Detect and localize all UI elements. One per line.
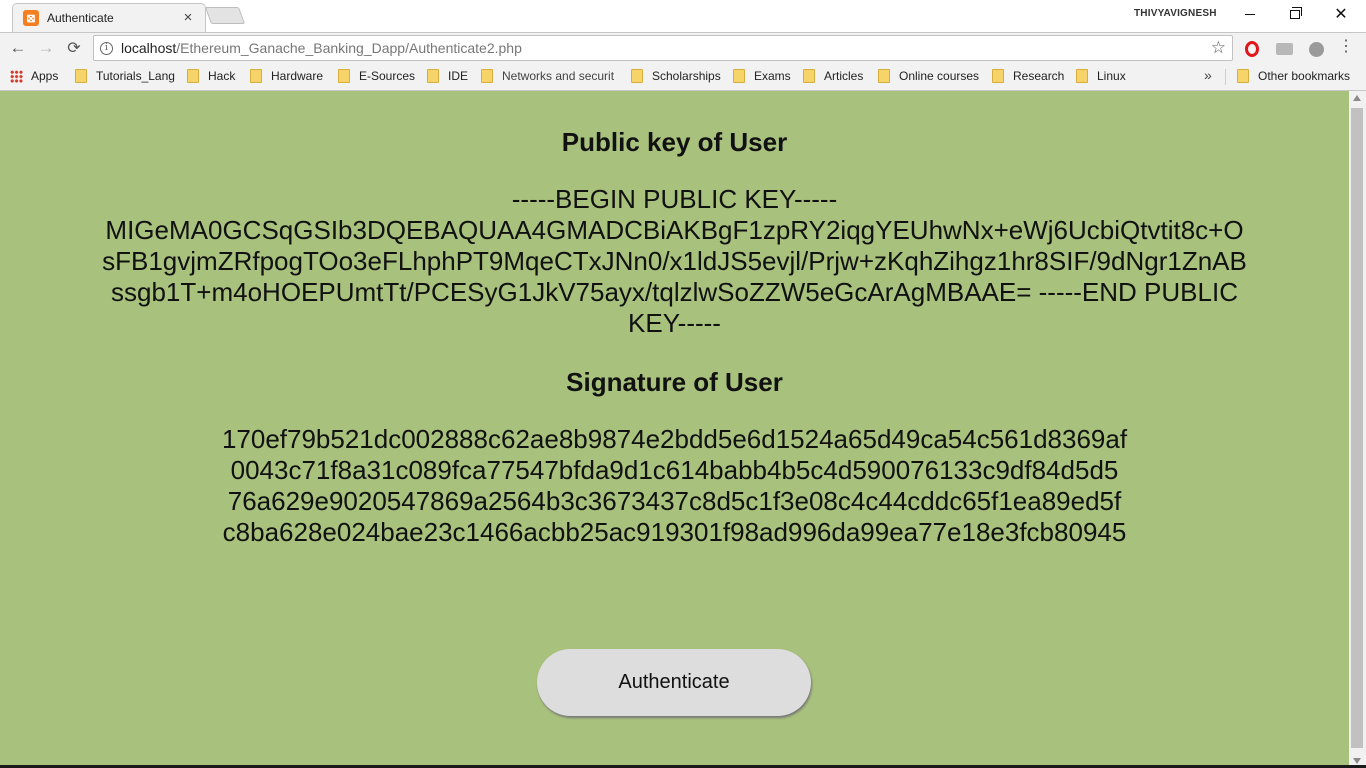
- folder-icon: [481, 69, 493, 83]
- bookmark-folder[interactable]: Research: [992, 69, 1064, 83]
- restore-button[interactable]: [1272, 0, 1318, 28]
- bookmark-folder[interactable]: Scholarships: [631, 69, 721, 83]
- close-tab-icon[interactable]: ×: [181, 10, 195, 25]
- folder-icon: [427, 69, 439, 83]
- gem-extension-icon[interactable]: [1307, 40, 1325, 58]
- folder-icon: [75, 69, 87, 83]
- bookmark-folder[interactable]: Networks and securit: [481, 69, 614, 83]
- bookmark-folder[interactable]: Hardware: [250, 69, 323, 83]
- bookmark-folder[interactable]: Online courses: [878, 69, 979, 83]
- folder-icon: [1076, 69, 1088, 83]
- forward-arrow-icon[interactable]: →: [35, 37, 57, 59]
- signature-line: 170ef79b521dc002888c62ae8b9874e2bdd5e6d1…: [221, 424, 1128, 454]
- folder-icon: [803, 69, 815, 83]
- opera-extension-icon[interactable]: [1243, 40, 1261, 58]
- folder-icon: [1237, 69, 1249, 83]
- public-key-heading: Public key of User: [561, 127, 788, 157]
- close-window-button[interactable]: ✕: [1318, 0, 1364, 28]
- signature-line: c8ba628e024bae23c1466acbb25ac919301f98ad…: [222, 517, 1127, 547]
- bookmark-folder[interactable]: E-Sources: [338, 69, 415, 83]
- bookmark-apps[interactable]: Apps: [10, 69, 58, 83]
- signature-text: 170ef79b521dc002888c62ae8b9874e2bdd5e6d1…: [100, 424, 1249, 548]
- bookmark-folder[interactable]: Tutorials_Lang: [75, 69, 175, 83]
- url-path: /Ethereum_Ganache_Banking_Dapp/Authentic…: [176, 40, 522, 56]
- folder-icon: [631, 69, 643, 83]
- scroll-thumb[interactable]: [1351, 108, 1363, 748]
- bookmark-folder[interactable]: Exams: [733, 69, 791, 83]
- bookmark-star-icon[interactable]: ☆: [1211, 38, 1226, 58]
- info-icon[interactable]: i: [100, 41, 113, 55]
- tab-strip: ⊠ Authenticate × THIVYAVIGNESH ✕: [0, 0, 1366, 32]
- restore-icon: [1290, 6, 1302, 19]
- bookmark-folder[interactable]: IDE: [427, 69, 468, 83]
- minimize-icon: [1245, 13, 1255, 15]
- reload-icon[interactable]: ⟳: [63, 37, 85, 59]
- authenticate-button[interactable]: Authenticate: [537, 649, 811, 716]
- signature-line: 0043c71f8a31c089fca77547bfda9d1c614babb4…: [230, 455, 1119, 485]
- bookmark-folder[interactable]: Linux: [1076, 69, 1126, 83]
- bookmarks-divider: [1225, 69, 1226, 85]
- vertical-scrollbar[interactable]: [1349, 91, 1366, 768]
- new-tab-button[interactable]: [204, 7, 246, 24]
- page-content: Public key of User -----BEGIN PUBLIC KEY…: [0, 91, 1349, 768]
- folder-icon: [250, 69, 262, 83]
- tab-title: Authenticate: [47, 11, 114, 25]
- folder-icon: [878, 69, 890, 83]
- bookmarks-bar: Apps Tutorials_Lang Hack Hardware E-Sour…: [0, 63, 1366, 91]
- more-bookmarks-icon[interactable]: »: [1204, 67, 1212, 83]
- folder-icon: [187, 69, 199, 83]
- mail-extension-icon[interactable]: [1275, 40, 1293, 58]
- browser-toolbar: ← → ⟳ i localhost/Ethereum_Ganache_Banki…: [0, 32, 1366, 63]
- public-key-text: -----BEGIN PUBLIC KEY----- MIGeMA0GCSqGS…: [102, 184, 1247, 338]
- folder-icon: [733, 69, 745, 83]
- menu-icon[interactable]: ⋮: [1338, 39, 1354, 55]
- bookmark-folder[interactable]: Hack: [187, 69, 235, 83]
- back-arrow-icon[interactable]: ←: [7, 37, 29, 59]
- signature-line: 76a629e9020547869a2564b3c3673437c8d5c1f3…: [227, 486, 1122, 516]
- minimize-button[interactable]: [1227, 0, 1273, 28]
- scroll-up-arrow-icon[interactable]: [1353, 95, 1361, 101]
- profile-name[interactable]: THIVYAVIGNESH: [1134, 8, 1217, 19]
- xampp-icon: ⊠: [23, 10, 39, 26]
- bookmark-other[interactable]: Other bookmarks: [1237, 69, 1350, 83]
- apps-grid-icon: [10, 69, 23, 83]
- tab-authenticate[interactable]: ⊠ Authenticate ×: [12, 3, 206, 32]
- url-host: localhost: [121, 40, 177, 56]
- scroll-down-arrow-icon[interactable]: [1353, 758, 1361, 764]
- address-bar[interactable]: i localhost/Ethereum_Ganache_Banking_Dap…: [93, 35, 1233, 61]
- folder-icon: [992, 69, 1004, 83]
- folder-icon: [338, 69, 350, 83]
- signature-heading: Signature of User: [566, 367, 783, 397]
- bookmark-folder[interactable]: Articles: [803, 69, 863, 83]
